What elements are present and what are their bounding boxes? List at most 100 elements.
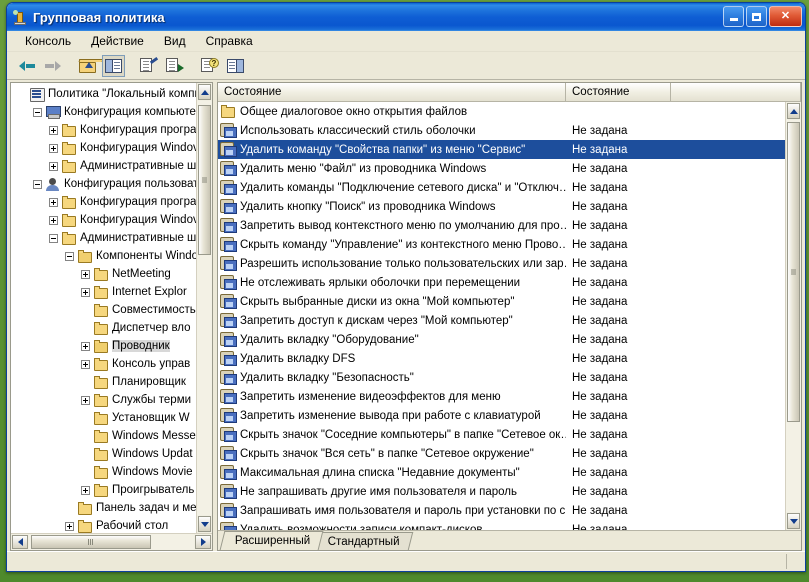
tree-node[interactable]: Совместимость [11,301,196,319]
table-row[interactable]: Скрыть значок "Вся сеть" в папке "Сетево… [218,444,785,463]
table-row[interactable]: Скрыть команду "Управление" из контекстн… [218,235,785,254]
title-bar[interactable]: Групповая политика ✕ [7,3,805,31]
expand-icon[interactable] [81,359,90,369]
column-header-empty[interactable] [671,83,801,101]
expand-icon[interactable] [81,341,90,351]
table-row[interactable]: Запрашивать имя пользователя и пароль пр… [218,501,785,520]
collapse-icon[interactable] [65,251,74,261]
table-row[interactable]: Скрыть значок "Соседние компьютеры" в па… [218,425,785,444]
expand-icon[interactable] [49,197,58,207]
export-list-button[interactable] [163,55,186,77]
list-scroll-up-button[interactable] [787,103,800,119]
tree-node[interactable]: Проигрыватель [11,481,196,499]
table-row[interactable]: Запретить изменение вывода при работе с … [218,406,785,425]
back-button[interactable] [15,55,38,77]
minimize-button[interactable] [723,6,744,27]
expand-icon[interactable] [65,521,74,531]
collapse-icon[interactable] [33,179,42,189]
table-row[interactable]: Не запрашивать другие имя пользователя и… [218,482,785,501]
expand-icon[interactable] [49,125,58,135]
expand-icon[interactable] [49,161,58,171]
tree-node[interactable]: Диспетчер вло [11,319,196,337]
table-row[interactable]: Максимальная длина списка "Недавние доку… [218,463,785,482]
collapse-icon[interactable] [33,107,42,117]
tree-node[interactable]: Службы терми [11,391,196,409]
tree-scroll-left-button[interactable] [12,535,28,549]
table-row[interactable]: Запретить изменение видеоэффектов для ме… [218,387,785,406]
table-row[interactable]: Удалить команды "Подключение сетевого ди… [218,178,785,197]
tree-scroll-right-button[interactable] [195,535,211,549]
help-button[interactable]: ? [198,55,221,77]
list-vertical-scrollbar[interactable] [785,102,801,530]
tree-node[interactable]: Консоль управ [11,355,196,373]
table-row[interactable]: Удалить вкладку "Оборудование" Не задана [218,330,785,349]
tree-node[interactable]: Конфигурация компьютер [11,103,196,121]
show-hide-pane-button[interactable] [224,55,247,77]
expand-icon[interactable] [49,215,58,225]
tree-node[interactable]: Административные ш [11,229,196,247]
table-row[interactable]: Удалить вкладку DFS Не задана [218,349,785,368]
show-hide-tree-button[interactable] [102,54,125,77]
tree-hscroll-thumb[interactable] [31,535,151,549]
collapse-icon[interactable] [49,233,58,243]
table-row[interactable]: Удалить кнопку "Поиск" из проводника Win… [218,197,785,216]
table-row[interactable]: Разрешить использование только пользоват… [218,254,785,273]
expand-icon[interactable] [49,143,58,153]
expand-icon[interactable] [81,269,90,279]
properties-button[interactable] [137,55,160,77]
table-row[interactable]: Общее диалоговое окно открытия файлов [218,102,785,121]
tree-node[interactable]: Конфигурация програ [11,121,196,139]
tree-node[interactable]: Политика "Локальный компьн [11,85,196,103]
tree-node[interactable]: Установщик W [11,409,196,427]
tab-standard[interactable]: Стандартный [313,532,414,550]
tree-horizontal-scrollbar[interactable] [11,533,212,550]
tree-node[interactable]: Internet Explor [11,283,196,301]
table-row[interactable]: Не отслеживать ярлыки оболочки при перем… [218,273,785,292]
table-row[interactable]: Удалить возможности записи компакт-диско… [218,520,785,530]
list-scroll-thumb[interactable] [787,122,800,422]
tree-vertical-scrollbar[interactable] [196,83,212,533]
forward-button[interactable] [41,55,64,77]
tree-node[interactable]: Windows Updat [11,445,196,463]
tree-node[interactable]: Планировщик [11,373,196,391]
policy-list[interactable]: Общее диалоговое окно открытия файлов Исп… [218,102,785,530]
tree-node[interactable]: Рабочий стол [11,517,196,533]
table-row[interactable]: Запретить доступ к дискам через "Мой ком… [218,311,785,330]
maximize-button[interactable] [746,6,767,27]
expand-icon[interactable] [81,485,90,495]
tab-extended[interactable]: Расширенный [219,531,324,550]
menu-item-action[interactable]: Действие [81,32,154,50]
table-row[interactable]: Скрыть выбранные диски из окна "Мой комп… [218,292,785,311]
menu-item-help[interactable]: Справка [196,32,263,50]
tree-node[interactable]: Windows Messe [11,427,196,445]
tree-node[interactable]: Панель задач и ме [11,499,196,517]
list-scroll-track[interactable] [786,120,801,512]
list-scroll-down-button[interactable] [787,513,800,529]
tree-node[interactable]: Конфигурация Windov [11,139,196,157]
tree-node[interactable]: Конфигурация Windov [11,211,196,229]
table-row[interactable]: Удалить меню "Файл" из проводника Window… [218,159,785,178]
table-row[interactable]: Удалить команду "Свойства папки" из меню… [218,140,785,159]
tree-scroll-up-button[interactable] [198,84,211,100]
table-row[interactable]: Запретить вывод контекстного меню по умо… [218,216,785,235]
column-header-setting[interactable]: Состояние [218,83,566,101]
tree-node[interactable]: Компоненты Windo [11,247,196,265]
tree-node[interactable]: NetMeeting [11,265,196,283]
tree-scroll-thumb[interactable] [198,105,211,255]
console-tree[interactable]: Политика "Локальный компьн Конфигурация к… [11,83,196,533]
close-button[interactable]: ✕ [769,6,802,27]
table-row[interactable]: Удалить вкладку "Безопасность" Не задана [218,368,785,387]
tree-scroll-down-button[interactable] [198,516,211,532]
expand-icon[interactable] [81,395,90,405]
expand-icon[interactable] [81,287,90,297]
table-row[interactable]: Использовать классический стиль оболочки… [218,121,785,140]
column-header-state[interactable]: Состояние [566,83,671,101]
menu-item-view[interactable]: Вид [154,32,196,50]
up-one-level-button[interactable] [76,55,104,77]
tree-node[interactable]: Конфигурация програ [11,193,196,211]
menu-item-console[interactable]: Консоль [15,32,81,50]
tree-scroll-track[interactable] [197,101,212,515]
tree-node[interactable]: Конфигурация пользоват [11,175,196,193]
tree-node[interactable]: Административные ш [11,157,196,175]
tree-node[interactable]: Проводник [11,337,196,355]
